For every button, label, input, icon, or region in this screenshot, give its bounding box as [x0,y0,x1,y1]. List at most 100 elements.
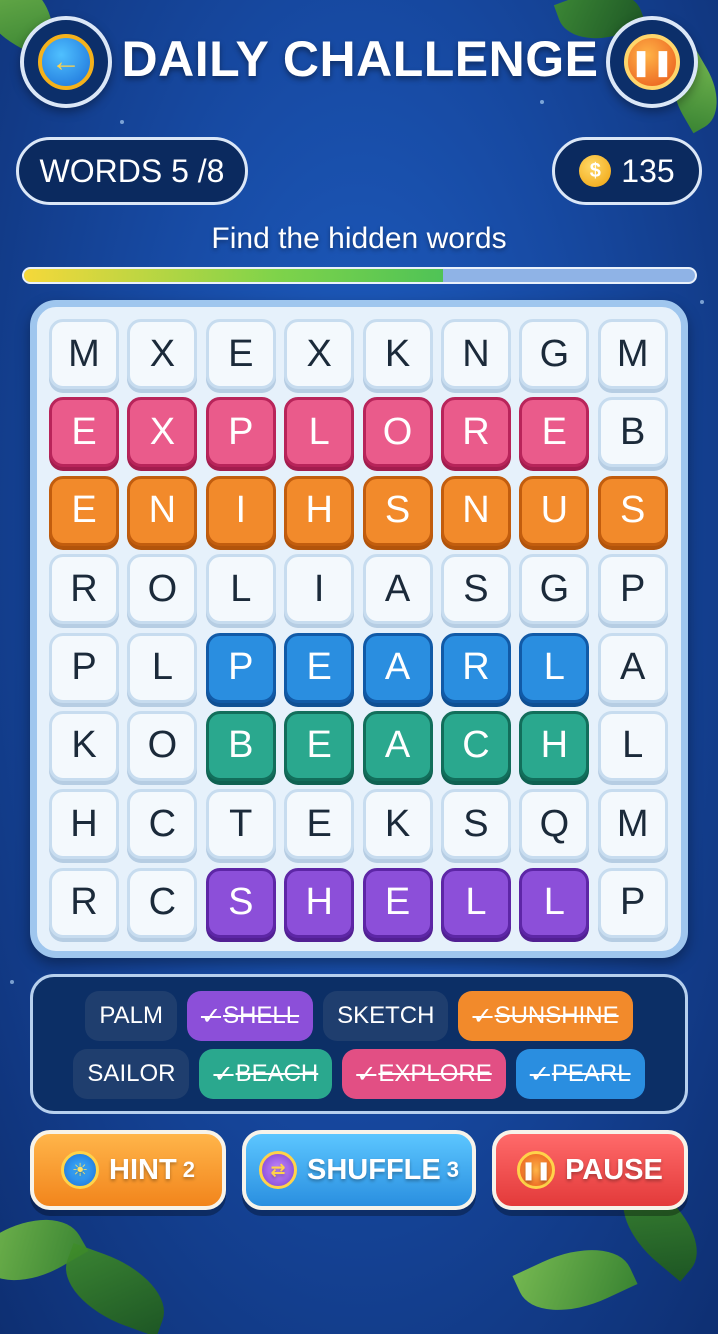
word-list-row: PALMSHELLSKETCHSUNSHINE [33,991,685,1041]
letter-tile[interactable]: U [519,475,590,546]
letter-tile[interactable]: S [597,475,668,546]
letter-tile[interactable]: C [127,867,198,938]
shuffle-label: SHUFFLE [307,1153,441,1186]
shuffle-button[interactable]: ⇄ SHUFFLE 3 [242,1130,476,1210]
letter-tile[interactable]: R [440,397,511,468]
letter-tile[interactable]: M [597,789,668,860]
letter-tile[interactable]: S [440,554,511,625]
letter-tile[interactable]: M [49,319,119,389]
letter-tile[interactable]: P [205,397,276,468]
sparkle [540,100,544,104]
letter-tile[interactable]: H [284,475,355,546]
letter-tile[interactable]: S [440,789,511,860]
letter-tile[interactable]: M [597,319,668,389]
word-chip: SUNSHINE [458,991,633,1041]
letter-tile[interactable]: T [205,789,276,860]
letter-tile[interactable]: L [440,867,511,938]
progress-fill [24,269,444,282]
letter-tile[interactable]: I [205,475,276,546]
letter-tile[interactable]: K [49,710,119,781]
letter-tile[interactable]: N [440,475,511,546]
letter-tile[interactable]: N [127,475,198,546]
letter-tile[interactable]: A [597,632,668,703]
letter-tile[interactable]: P [205,632,276,703]
letter-tile[interactable]: X [127,319,198,389]
letter-tile[interactable]: L [519,867,590,938]
letter-tile[interactable]: H [284,867,355,938]
letter-tile[interactable]: H [49,789,119,860]
letter-tile[interactable]: E [362,867,433,938]
letter-tile[interactable]: C [440,710,511,781]
hint-button[interactable]: ☀ HINT 2 [30,1130,226,1210]
letter-tile[interactable]: B [597,397,668,468]
letter-tile[interactable]: K [362,319,433,389]
letter-tile[interactable]: O [127,554,198,625]
letter-tile[interactable]: I [284,554,355,625]
coin-icon: $ [579,155,612,187]
letter-tile[interactable]: A [362,710,433,781]
word-list: PALMSHELLSKETCHSUNSHINE SAILORBEACHEXPLO… [30,974,688,1114]
letter-tile[interactable]: L [597,710,668,781]
shuffle-icon: ⇄ [259,1151,298,1189]
letter-tile[interactable]: O [362,397,433,468]
word-chip: PALM [85,991,177,1041]
page-title: DAILY CHALLENGE [121,31,599,87]
pause-top-button[interactable]: ❚❚ [606,16,698,108]
progress-bar [22,267,697,284]
letter-tile[interactable]: O [127,710,198,781]
word-chip: SKETCH [323,991,449,1041]
hint-count: 2 [182,1157,195,1182]
letter-board: MXEXKNGMEXPLOREBENIHSNUSROLIASGPPLPEARLA… [30,300,688,958]
letter-tile[interactable]: P [49,632,119,703]
letter-tile[interactable]: N [440,319,511,389]
arrow-left-icon: ← [38,34,94,90]
letter-tile[interactable]: E [49,397,119,468]
pause-label: PAUSE [565,1153,663,1186]
letter-tile[interactable]: R [440,632,511,703]
pause-button[interactable]: ❚❚ PAUSE [492,1130,688,1210]
letter-tile[interactable]: L [284,397,355,468]
letter-grid: MXEXKNGMEXPLOREBENIHSNUSROLIASGPPLPEARLA… [49,319,668,938]
letter-tile[interactable]: L [519,632,590,703]
letter-tile[interactable]: Q [519,789,590,860]
letter-tile[interactable]: G [519,319,590,389]
letter-tile[interactable]: E [284,789,355,860]
letter-tile[interactable]: S [205,867,276,938]
decorative-leaf [53,1242,177,1334]
letter-tile[interactable]: R [49,554,119,625]
letter-tile[interactable]: A [362,554,433,625]
words-counter-label: WORDS 5 /8 [39,152,225,189]
words-counter: WORDS 5 /8 [16,137,248,205]
back-button[interactable]: ← [20,16,112,108]
decorative-leaf [512,1229,638,1331]
letter-tile[interactable]: A [362,632,433,703]
letter-tile[interactable]: G [519,554,590,625]
word-chip: SAILOR [73,1049,190,1099]
letter-tile[interactable]: S [362,475,433,546]
letter-tile[interactable]: R [49,867,119,938]
word-chip: BEACH [199,1049,333,1099]
letter-tile[interactable]: X [284,319,355,389]
pause-icon: ❚❚ [624,34,680,90]
letter-tile[interactable]: L [127,632,198,703]
letter-tile[interactable]: H [519,710,590,781]
word-chip: EXPLORE [342,1049,506,1099]
coin-count: 135 [621,152,675,189]
sparkle [120,120,124,124]
letter-tile[interactable]: P [597,554,668,625]
letter-tile[interactable]: E [205,319,276,389]
pause-icon: ❚❚ [517,1151,556,1189]
letter-tile[interactable]: B [205,710,276,781]
letter-tile[interactable]: E [519,397,590,468]
letter-tile[interactable]: E [284,710,355,781]
letter-tile[interactable]: C [127,789,198,860]
letter-tile[interactable]: L [205,554,276,625]
letter-tile[interactable]: X [127,397,198,468]
letter-tile[interactable]: K [362,789,433,860]
lightbulb-icon: ☀ [61,1151,100,1189]
word-chip: PEARL [515,1049,645,1099]
word-list-row: SAILORBEACHEXPLOREPEARL [33,1049,685,1099]
letter-tile[interactable]: E [284,632,355,703]
letter-tile[interactable]: P [597,867,668,938]
letter-tile[interactable]: E [49,475,119,546]
